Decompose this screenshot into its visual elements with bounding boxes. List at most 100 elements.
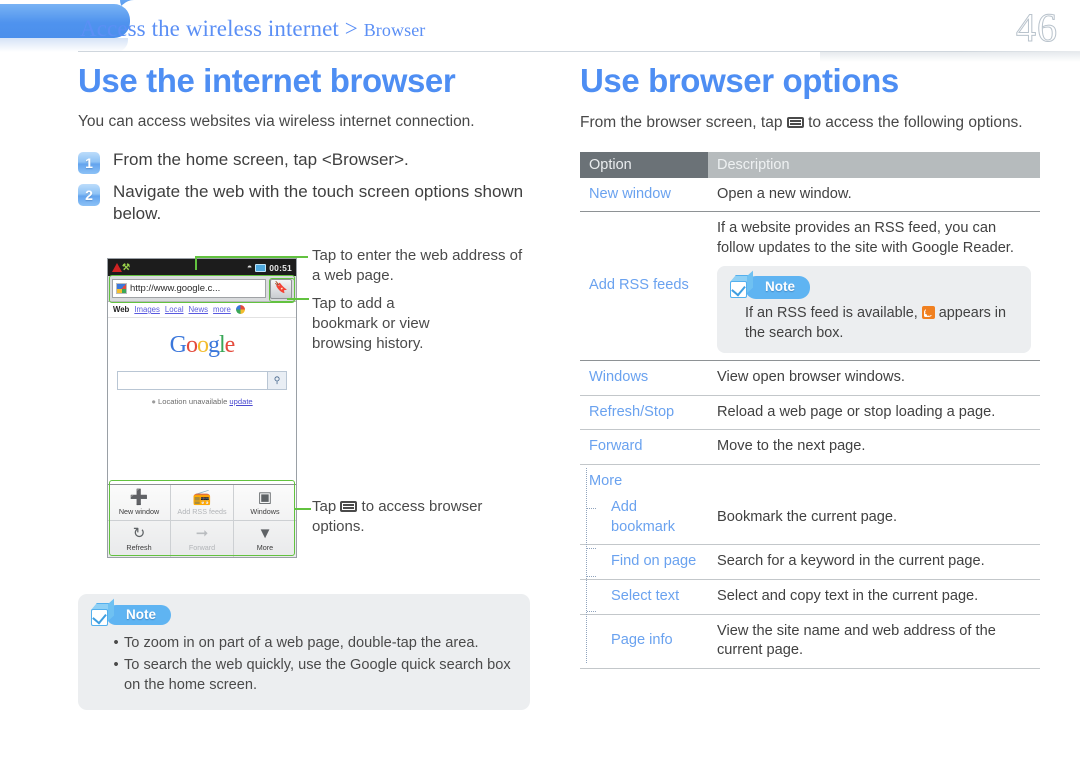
step-number-badge: 2 <box>78 183 100 206</box>
table-row: Find on page Search for a keyword in the… <box>580 544 1040 580</box>
option-name[interactable]: Windows <box>580 360 708 396</box>
warning-triangle-icon <box>112 263 122 272</box>
callout-line-url-v <box>195 256 197 270</box>
option-name[interactable]: Page info <box>580 614 708 669</box>
option-name[interactable]: Find on page <box>580 544 708 580</box>
callout-menu-pre: Tap <box>312 498 337 515</box>
list-item: 2 Navigate the web with the touch screen… <box>78 181 548 226</box>
right-intro-text: From the browser screen, tap to access t… <box>580 112 1040 134</box>
inline-note-text: If an RSS feed is available, appears in … <box>745 304 1021 343</box>
tab-web[interactable]: Web <box>113 305 129 314</box>
browser-options-table: Option Description New window Open a new… <box>580 151 1040 669</box>
option-name[interactable]: Add bookmark <box>580 491 708 546</box>
menu-icon <box>340 501 358 512</box>
option-description: If a website provides an RSS feed, you c… <box>708 211 1040 362</box>
option-name[interactable]: Add RSS feeds <box>580 211 708 362</box>
option-name[interactable]: Forward <box>580 429 708 465</box>
tree-connector-branch <box>587 548 596 549</box>
list-item: • To zoom in on part of a web page, doub… <box>108 634 514 654</box>
page-title-left: Use the internet browser <box>78 62 456 99</box>
tab-news[interactable]: News <box>189 305 209 314</box>
note-item-text: To search the web quickly, use the Googl… <box>124 656 511 693</box>
option-name[interactable]: Select text <box>580 579 708 615</box>
tree-connector-branch <box>587 611 596 612</box>
option-description: Bookmark the current page. <box>708 491 1040 546</box>
header-shadow <box>820 52 1080 62</box>
page-header: Access the wireless internet > Browser 4… <box>0 0 1080 62</box>
rss-icon <box>921 306 935 320</box>
google-nav-tabs: Web Images Local News more <box>108 302 296 318</box>
location-status: ● Location unavailable update <box>108 397 296 406</box>
page-title-right: Use browser options <box>580 62 899 99</box>
wifi-icon: ◓ <box>246 262 253 272</box>
callout-bookmark-text: Tap to add a bookmark or view browsing h… <box>312 295 430 352</box>
note-text-pre: If an RSS feed is available, <box>745 305 918 322</box>
note-items: • To zoom in on part of a web page, doub… <box>108 634 514 698</box>
column-header-description: Description <box>708 151 1040 178</box>
tab-local[interactable]: Local <box>165 305 184 314</box>
location-dot-icon: ● <box>151 397 156 406</box>
table-row: Forward Move to the next page. <box>580 429 1040 465</box>
intro-pre: From the browser screen, tap <box>580 113 783 131</box>
phone-status-bar: ⚒ ◓ 00:51 <box>108 259 296 276</box>
table-row: Select text Select and copy text in the … <box>580 579 1040 615</box>
highlight-url-bar <box>109 275 295 303</box>
left-column: Use the internet browser You can access … <box>78 62 548 233</box>
note-cube-icon <box>727 270 753 300</box>
table-body: New window Open a new window. Add RSS fe… <box>580 177 1040 669</box>
callout-line-menu <box>295 508 311 510</box>
search-icon[interactable]: ⚲ <box>267 372 286 389</box>
google-logo: Google <box>169 332 236 358</box>
tab-images[interactable]: Images <box>134 305 160 314</box>
list-item: • To search the web quickly, use the Goo… <box>108 656 514 696</box>
usb-icon: ⚒ <box>122 262 131 272</box>
tree-connector-branch <box>587 508 596 509</box>
option-description: Reload a web page or stop loading a page… <box>708 395 1040 431</box>
table-header: Option Description <box>580 151 1040 178</box>
note-item-text: To zoom in on part of a web page, double… <box>124 635 479 651</box>
google-apps-icon <box>235 305 245 314</box>
phone-illustration: ⚒ ◓ 00:51 http://www.google.c... 🔖 Web I… <box>107 258 297 558</box>
option-description: Open a new window. <box>708 177 1040 213</box>
step-list: 1 From the home screen, tap <Browser>. 2… <box>78 149 548 226</box>
note-label: Note <box>106 605 171 625</box>
note-label: Note <box>745 275 810 299</box>
table-row: Page info View the site name and web add… <box>580 614 1040 669</box>
callout-line-url-h <box>195 256 308 258</box>
phone-page-content: Web Images Local News more Google ⚲ ● Lo… <box>108 302 296 452</box>
breadcrumb-main: Access the wireless internet > <box>80 16 358 41</box>
column-header-option: Option <box>580 151 708 178</box>
location-text: Location unavailable <box>158 397 228 406</box>
breadcrumb-sub: Browser <box>363 20 426 40</box>
page-number: 46 <box>1016 5 1058 51</box>
note-box: Note • To zoom in on part of a web page,… <box>78 594 530 710</box>
option-description-text: If a website provides an RSS feed, you c… <box>717 220 1014 256</box>
table-header-row: Option Description <box>580 151 1040 178</box>
table-row: Windows View open browser windows. <box>580 360 1040 396</box>
table-row: More <box>580 464 1040 491</box>
option-name[interactable]: More <box>580 464 708 491</box>
step-number-badge: 1 <box>78 151 100 174</box>
tree-connector-vertical <box>586 468 587 663</box>
bullet-icon: • <box>113 656 119 673</box>
callout-url-text: Tap to enter the web address of a web pa… <box>312 247 523 284</box>
list-item: 1 From the home screen, tap <Browser>. <box>78 149 548 174</box>
step-text: Navigate the web with the touch screen o… <box>113 181 524 224</box>
option-description <box>708 464 1040 491</box>
option-description: View the site name and web address of th… <box>708 614 1040 669</box>
status-clock: 00:51 <box>269 262 292 273</box>
menu-icon <box>786 116 804 128</box>
battery-icon <box>255 263 267 272</box>
tab-more[interactable]: more <box>213 305 231 314</box>
intro-post: to access the following options. <box>808 113 1023 131</box>
option-name[interactable]: Refresh/Stop <box>580 395 708 431</box>
right-column: Use browser options From the browser scr… <box>580 62 1040 669</box>
google-search-box[interactable]: ⚲ <box>117 371 287 390</box>
inline-note-box: Note If an RSS feed is available, appear… <box>717 266 1031 354</box>
callout-menu-post: to access browser options. <box>312 498 483 535</box>
table-row: Add bookmark Bookmark the current page. <box>580 491 1040 546</box>
callout-line-bookmark <box>287 298 309 300</box>
option-name[interactable]: New window <box>580 177 708 213</box>
option-description: View open browser windows. <box>708 360 1040 396</box>
location-update-link[interactable]: update <box>229 397 252 406</box>
